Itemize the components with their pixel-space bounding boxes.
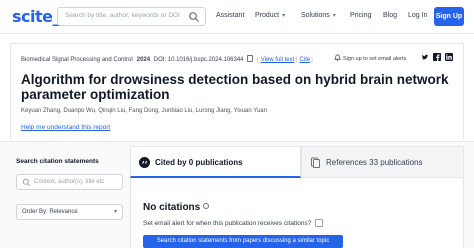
linkedin-icon[interactable] [445, 53, 453, 61]
chevron-down-icon: ▾ [282, 13, 286, 19]
top-navbar: scite_ Search by title, author, keywords… [0, 0, 474, 34]
info-icon[interactable] [203, 203, 210, 209]
facebook-icon[interactable] [433, 53, 441, 61]
citation-alert-text: Set email alert for when this publicatio… [143, 220, 312, 227]
divider: | [256, 57, 259, 63]
nav-blog[interactable]: Blog [383, 12, 397, 19]
divider: | [311, 57, 313, 63]
scite-logo[interactable]: scite_ [12, 7, 61, 26]
publication-year: 2024 [136, 57, 151, 63]
paper-authors[interactable]: Keyuan Zhang, Duanpo Wu, Qinqin Liu, Fan… [21, 108, 267, 114]
twitter-icon[interactable] [421, 53, 429, 61]
no-citations-heading: No citations [143, 202, 210, 213]
login-link[interactable]: Log In [408, 12, 427, 19]
citation-search-input[interactable]: Context, author(s), title etc [16, 174, 123, 190]
journal-name[interactable]: Biomedical Signal Processing and Control [21, 57, 133, 63]
order-by-select[interactable]: Order By: Relevance ▾ [16, 204, 123, 220]
nav-product[interactable]: Product ▾ [255, 12, 285, 19]
tab-cited-by[interactable]: Cited by 0 publications [130, 146, 301, 178]
tab-references-label: References 33 publications [326, 158, 423, 167]
cite-link[interactable]: Cite [300, 57, 311, 63]
search-placeholder: Search by title, author, keywords or DOI [65, 12, 180, 19]
nav-solutions-label: Solutions [301, 12, 330, 19]
doi: DOI: 10.1016/j.bspc.2024.106344 [153, 57, 244, 63]
view-full-text-link[interactable]: View full text [261, 57, 295, 63]
email-alerts-link[interactable]: Sign up to set email alerts [334, 54, 406, 62]
order-by-label: Order By: Relevance [22, 209, 78, 215]
copy-icon[interactable] [246, 55, 253, 62]
search-icon[interactable] [188, 11, 200, 23]
citations-results: No citations Set email alert for when th… [130, 178, 464, 248]
citation-search-title: Search citation statements [16, 158, 99, 165]
chevron-down-icon: ▾ [332, 13, 336, 19]
no-citations-text: No citations [143, 202, 201, 213]
citation-alert-prompt: Set email alert for when this publicatio… [143, 219, 324, 227]
citation-alert-checkbox[interactable] [315, 219, 324, 227]
paper-header: Biomedical Signal Processing and Control… [10, 43, 464, 139]
global-search-input[interactable]: Search by title, author, keywords or DOI [57, 7, 206, 26]
chevron-down-icon: ▾ [113, 209, 117, 215]
help-understand-link[interactable]: Help me understand this report [21, 124, 110, 131]
divider: | [295, 57, 297, 63]
search-similar-topic-button[interactable]: Search citation statements from papers d… [143, 235, 343, 248]
nav-product-label: Product [255, 12, 280, 19]
citation-search-placeholder: Context, author(s), title etc [34, 179, 105, 185]
bell-icon [334, 54, 341, 61]
citation-icon [139, 157, 150, 168]
nav-solutions[interactable]: Solutions ▾ [301, 12, 336, 19]
tab-references[interactable]: References 33 publications [301, 146, 464, 178]
paper-title: Algorithm for drowsiness detection based… [21, 72, 449, 102]
paper-meta: Biomedical Signal Processing and Control… [21, 55, 314, 63]
email-alerts-label: Sign up to set email alerts [343, 56, 407, 62]
signup-button[interactable]: Sign Up [434, 7, 464, 26]
search-icon [22, 178, 31, 187]
citation-search-panel: Search citation statements Context, auth… [10, 149, 124, 248]
tab-cited-by-label: Cited by 0 publications [155, 158, 243, 167]
nav-pricing[interactable]: Pricing [350, 12, 371, 19]
references-icon [311, 157, 320, 168]
nav-assistant[interactable]: Assistant [216, 12, 244, 19]
